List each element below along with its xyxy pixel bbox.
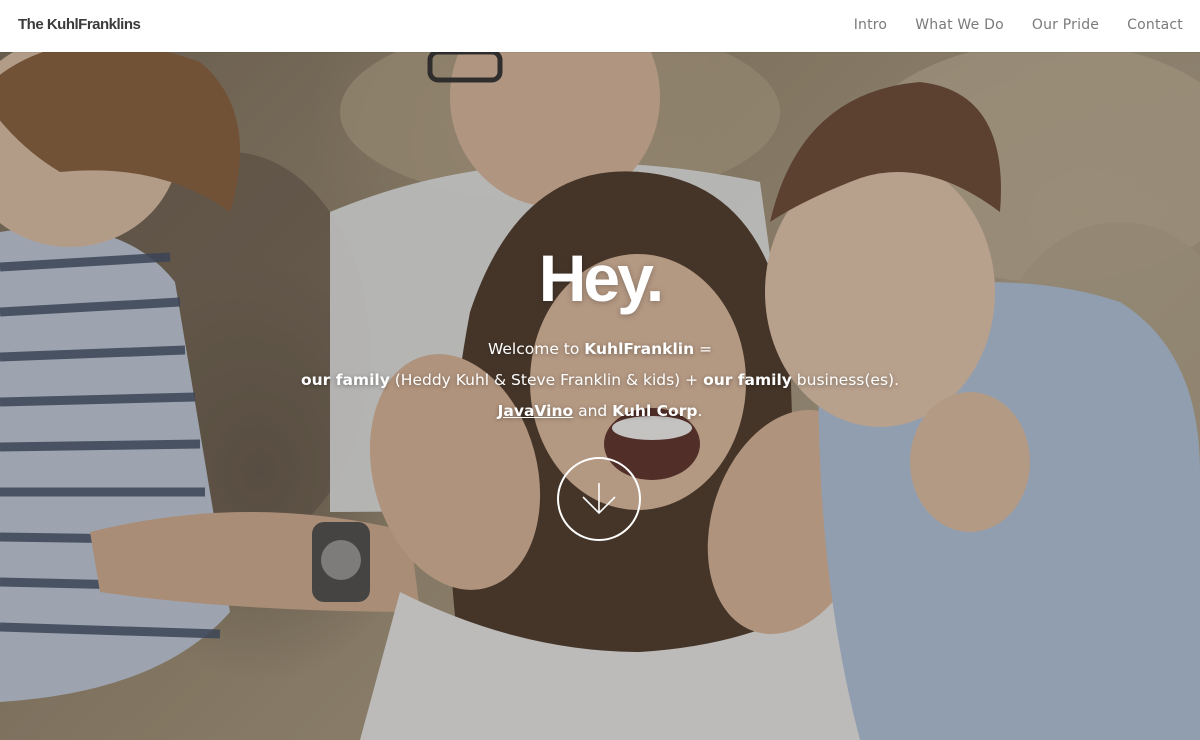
hero-line-2: our family (Heddy Kuhl & Steve Franklin … bbox=[0, 365, 1200, 396]
and-text: and bbox=[573, 402, 613, 420]
nav-link-intro[interactable]: Intro bbox=[854, 17, 888, 33]
hero-title: Hey. bbox=[538, 241, 665, 315]
hero-intro-text: Welcome to KuhlFranklin = our family (He… bbox=[0, 334, 1200, 427]
equals-suffix: = bbox=[694, 340, 713, 358]
our-family-strong-2: our family bbox=[703, 371, 792, 389]
nav-link-contact[interactable]: Contact bbox=[1127, 17, 1183, 33]
hero-line-3: JavaVino and Kuhl Corp. bbox=[0, 396, 1200, 427]
top-navigation-bar: The KuhlFranklins Intro What We Do Our P… bbox=[0, 0, 1200, 52]
nav-link-our-pride[interactable]: Our Pride bbox=[1032, 17, 1099, 33]
brand-name-strong: KuhlFranklin bbox=[584, 340, 695, 358]
javavino-link[interactable]: JavaVino bbox=[498, 402, 574, 420]
hero-line-1: Welcome to KuhlFranklin = bbox=[0, 334, 1200, 365]
family-members-text: (Heddy Kuhl & Steve Franklin & kids) + bbox=[389, 371, 704, 389]
scroll-down-button[interactable] bbox=[557, 457, 641, 541]
main-nav: Intro What We Do Our Pride Contact bbox=[854, 17, 1183, 33]
our-family-strong-1: our family bbox=[301, 371, 390, 389]
site-brand-link[interactable]: The KuhlFranklins bbox=[18, 16, 141, 33]
period-suffix: . bbox=[697, 402, 703, 420]
kuhl-corp-strong: Kuhl Corp bbox=[612, 402, 698, 420]
welcome-prefix: Welcome to bbox=[487, 340, 585, 358]
nav-link-what-we-do[interactable]: What We Do bbox=[915, 17, 1004, 33]
business-suffix: business(es). bbox=[791, 371, 899, 389]
arrow-down-icon bbox=[582, 483, 616, 515]
